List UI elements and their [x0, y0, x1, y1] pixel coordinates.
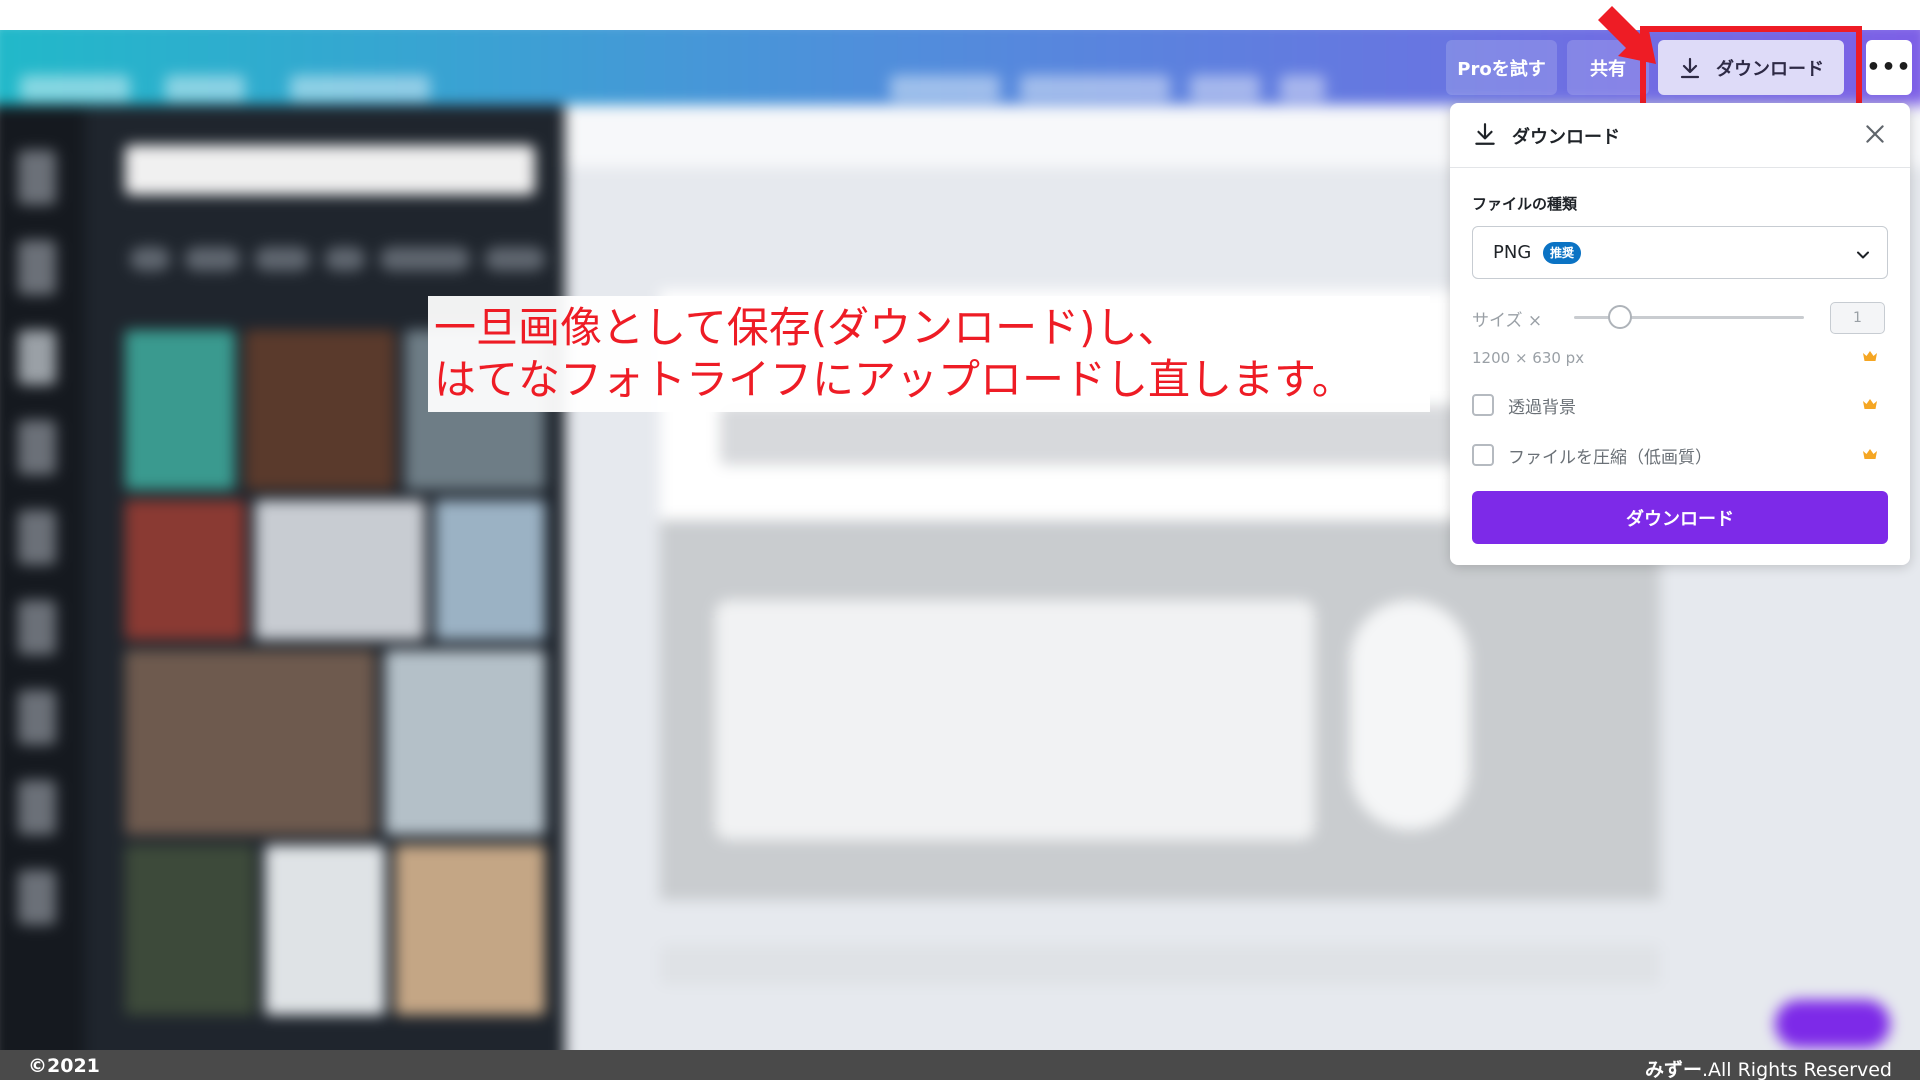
more-options-button[interactable]: •••: [1866, 40, 1912, 95]
copyright-text: ©2021: [28, 1055, 100, 1077]
file-type-value: PNG: [1493, 242, 1532, 263]
keyboard-photo: [660, 520, 1660, 900]
chevron-down-icon: [1857, 251, 1869, 259]
blurred-menu-chip: [1020, 75, 1170, 101]
close-icon[interactable]: [1862, 121, 1888, 147]
caption-line-1: 一旦画像として保存(ダウンロード)し、: [434, 303, 1180, 352]
crown-icon: [1863, 351, 1877, 361]
blurred-search-box: [125, 145, 535, 195]
popover-title: ダウンロード: [1512, 127, 1620, 148]
dimensions-text: 1200 × 630 px: [1472, 349, 1585, 367]
crown-icon: [1863, 399, 1877, 409]
blurred-menu-chip: [20, 75, 130, 101]
compress-file-option[interactable]: ファイルを圧縮（低画質）: [1472, 442, 1712, 468]
photo-thumb: [265, 845, 385, 1015]
blurred-menu-chip: [1190, 75, 1260, 101]
compress-file-label: ファイルを圧縮（低画質）: [1508, 447, 1712, 468]
compress-file-checkbox[interactable]: [1472, 444, 1494, 466]
blurred-help-button: [1775, 1000, 1890, 1048]
blurred-menu-chip: [290, 75, 430, 101]
caption-line-2: はてなフォトライフにアップロードし直します。: [434, 355, 1354, 404]
rail-item: [18, 420, 56, 475]
transparent-background-checkbox[interactable]: [1472, 394, 1494, 416]
blurred-menu-chip: [890, 75, 1000, 101]
keyboard-shape: [715, 600, 1315, 840]
photo-thumb: [395, 845, 545, 1015]
annotation-caption: 一旦画像として保存(ダウンロード)し、 はてなフォトライフにアップロードし直しま…: [428, 296, 1430, 412]
highlight-frame: [1640, 26, 1862, 110]
photo-thumb: [125, 650, 375, 835]
transparent-background-option[interactable]: 透過背景: [1472, 392, 1576, 418]
pointer-arrow-icon: [1598, 6, 1656, 64]
rail-item: [18, 690, 56, 745]
transparent-background-label: 透過背景: [1508, 397, 1576, 418]
file-type-label: ファイルの種類: [1472, 195, 1578, 213]
blurred-menu-chip: [165, 75, 245, 101]
download-popover: ダウンロード ファイルの種類 PNG 推奨 サイズ × 1 1200 × 630…: [1450, 103, 1910, 565]
mouse-shape: [1350, 600, 1470, 830]
rail-item: [18, 150, 56, 205]
rail-item: [18, 330, 56, 385]
rail-item: [18, 510, 56, 565]
photo-thumb: [245, 330, 395, 490]
side-icon-rail: [0, 105, 85, 1050]
photos-panel: [85, 105, 565, 1050]
photo-thumb: [435, 500, 545, 640]
author-name: みずー: [1644, 1059, 1702, 1080]
rail-item: [18, 240, 56, 295]
size-slider-thumb[interactable]: [1608, 305, 1632, 329]
rights-text: みずー.All Rights Reserved: [1645, 1055, 1892, 1080]
rail-item: [18, 870, 56, 925]
photo-thumb: [125, 500, 245, 640]
size-label: サイズ ×: [1472, 311, 1543, 331]
photo-thumb: [255, 500, 425, 640]
size-input[interactable]: 1: [1830, 302, 1885, 334]
photo-thumb: [125, 330, 235, 490]
rail-item: [18, 780, 56, 835]
blurred-pill: [380, 247, 470, 271]
blurred-pill: [325, 247, 365, 271]
rights-label: .All Rights Reserved: [1701, 1059, 1892, 1080]
crown-icon: [1863, 449, 1877, 459]
notes-bar: [660, 945, 1660, 985]
blurred-pill: [485, 247, 545, 271]
footer-bar: ©2021 みずー.All Rights Reserved: [0, 1050, 1920, 1080]
photo-thumb: [385, 650, 545, 835]
recommended-badge: 推奨: [1543, 242, 1582, 264]
popover-download-button[interactable]: ダウンロード: [1472, 491, 1888, 544]
popover-header: ダウンロード: [1450, 103, 1910, 168]
photo-thumb: [125, 845, 255, 1015]
blurred-pill: [185, 247, 240, 271]
blurred-pill: [130, 247, 170, 271]
download-icon: [1475, 123, 1495, 145]
blurred-pill: [255, 247, 310, 271]
file-type-select[interactable]: PNG 推奨: [1472, 226, 1888, 279]
rail-item: [18, 600, 56, 655]
try-pro-button[interactable]: Proを試す: [1446, 40, 1557, 95]
blurred-menu-chip: [1280, 75, 1325, 101]
